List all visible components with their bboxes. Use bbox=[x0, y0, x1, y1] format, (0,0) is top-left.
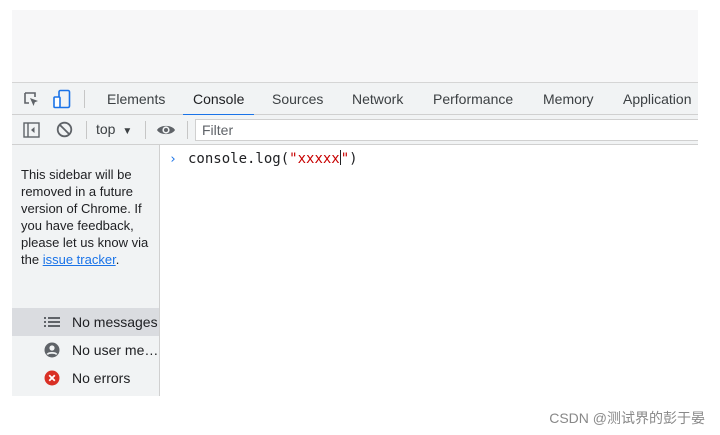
console-input[interactable]: console.log("xxxxx") bbox=[188, 150, 358, 167]
tab-sources[interactable]: Sources bbox=[272, 83, 323, 115]
tab-memory[interactable]: Memory bbox=[543, 83, 594, 115]
tab-performance[interactable]: Performance bbox=[433, 83, 513, 115]
list-icon bbox=[44, 317, 60, 327]
filter-input[interactable]: Filter bbox=[195, 119, 698, 141]
sidebar-item-user-messages[interactable]: No user me… bbox=[12, 336, 159, 364]
sidebar-item-messages[interactable]: No messages bbox=[12, 308, 159, 336]
code-string: "xxxxx bbox=[289, 151, 340, 167]
chevron-down-icon: ▼ bbox=[122, 126, 133, 137]
clear-console-icon[interactable] bbox=[56, 121, 73, 138]
toolbar-separator bbox=[86, 121, 87, 139]
tab-network[interactable]: Network bbox=[352, 83, 403, 115]
page-viewport bbox=[12, 10, 698, 82]
console-toolbar: top ▼ Filter bbox=[12, 115, 698, 145]
sidebar-item-label: No user me… bbox=[72, 342, 159, 358]
devtools-window: Elements Console Sources Network Perform… bbox=[12, 10, 698, 396]
sidebar-deprecation-notice: This sidebar will be removed in a future… bbox=[21, 166, 156, 268]
tab-application[interactable]: Application bbox=[623, 83, 692, 115]
sidebar-item-label: No errors bbox=[72, 370, 131, 386]
device-toolbar-icon[interactable] bbox=[53, 89, 71, 109]
context-selector[interactable]: top ▼ bbox=[96, 121, 132, 137]
sidebar-item-errors[interactable]: No errors bbox=[12, 364, 159, 392]
context-label: top bbox=[96, 121, 116, 137]
sidebar-item-label: No messages bbox=[72, 314, 158, 330]
notice-suffix: . bbox=[115, 252, 120, 267]
toolbar-separator bbox=[187, 121, 188, 139]
watermark: CSDN @测试界的彭于晏 bbox=[549, 410, 705, 426]
tab-elements[interactable]: Elements bbox=[107, 83, 165, 115]
issue-tracker-link[interactable]: issue tracker bbox=[43, 252, 116, 267]
tab-console[interactable]: Console bbox=[182, 83, 255, 116]
code-suffix: ) bbox=[349, 151, 358, 167]
user-icon bbox=[44, 342, 60, 358]
console-prompt-icon: › bbox=[169, 152, 177, 167]
code-prefix: console.log( bbox=[188, 151, 290, 167]
toolbar-separator bbox=[145, 121, 146, 139]
show-sidebar-icon[interactable] bbox=[23, 122, 40, 138]
tabbar-separator bbox=[84, 90, 85, 108]
console-sidebar: This sidebar will be removed in a future… bbox=[12, 145, 160, 396]
inspect-element-icon[interactable] bbox=[23, 91, 40, 108]
error-icon bbox=[44, 370, 60, 386]
devtools-tabbar: Elements Console Sources Network Perform… bbox=[12, 82, 698, 116]
console-panel[interactable]: › console.log("xxxxx") bbox=[160, 145, 698, 396]
eye-icon[interactable] bbox=[156, 123, 176, 137]
code-string-end: " bbox=[340, 151, 350, 167]
